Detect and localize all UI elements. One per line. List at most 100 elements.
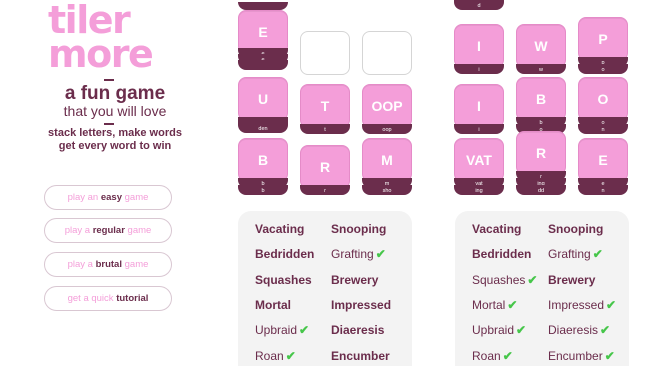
tile-layer: den bbox=[238, 117, 288, 133]
tile-letter: VAT bbox=[466, 152, 492, 168]
empty-slot[interactable] bbox=[300, 31, 350, 75]
word-entry: Impressed ✔ bbox=[548, 298, 616, 312]
tile-stack[interactable]: OOP oop bbox=[362, 84, 412, 134]
tile-stack[interactable]: VAT vat ing bbox=[454, 138, 504, 196]
layer-label: b bbox=[261, 188, 265, 194]
layer-label: n bbox=[601, 127, 605, 133]
instructions-line-1: stack letters, make words bbox=[48, 127, 182, 139]
checkmark-icon: ✔ bbox=[299, 323, 310, 338]
empty-slot[interactable] bbox=[362, 31, 412, 75]
word-text: Encumber bbox=[331, 348, 390, 363]
tile-stack[interactable]: M m sho bbox=[362, 138, 412, 196]
button-text: game bbox=[124, 259, 149, 270]
tile-stack[interactable]: E e n bbox=[578, 138, 628, 196]
checkmark-icon: ✔ bbox=[502, 348, 513, 363]
tile-stack[interactable]: E e e bbox=[238, 0, 288, 76]
tile-stack[interactable]: B b b bbox=[238, 138, 288, 196]
letter-tile[interactable]: B bbox=[516, 77, 566, 121]
layer-label: oop bbox=[382, 127, 392, 133]
letter-tile[interactable]: P bbox=[578, 17, 628, 61]
word-text: Roan bbox=[472, 348, 501, 363]
tile-layer: n bbox=[578, 185, 628, 195]
word-entry: Diaeresis ✔ bbox=[548, 323, 610, 337]
word-entry: Vacating bbox=[472, 222, 521, 236]
tile-letter: U bbox=[257, 91, 269, 107]
letter-tile[interactable]: O bbox=[578, 77, 628, 121]
word-entry: Encumber bbox=[331, 349, 390, 363]
layer-label: dd bbox=[537, 188, 545, 194]
tile-layer: oop bbox=[362, 124, 412, 134]
tile-layer: b bbox=[238, 185, 288, 195]
tutorial-button[interactable]: get a quick tutorial bbox=[44, 286, 172, 311]
play-regular-button[interactable]: play a regular game bbox=[44, 218, 172, 243]
tile-layer: r bbox=[300, 185, 350, 195]
layer-label: n bbox=[601, 188, 605, 194]
letter-tile[interactable]: T bbox=[300, 84, 350, 128]
game-board-2: d I i W w P p o I i B b o O o n VAT vat … bbox=[454, 0, 639, 200]
letter-tile[interactable]: R bbox=[300, 145, 350, 189]
tile-layer: ing bbox=[454, 185, 504, 195]
tagline-sub: that you will love bbox=[63, 103, 167, 119]
word-text: Squashes bbox=[255, 272, 312, 287]
word-text: Impressed bbox=[548, 297, 605, 312]
letter-tile[interactable]: I bbox=[454, 24, 504, 68]
word-entry: Roan ✔ bbox=[472, 349, 513, 363]
layer-label: d bbox=[477, 3, 481, 9]
button-text: play a bbox=[67, 259, 93, 270]
game-board-1: E e e U den T t OOP oop B b b R r M m sh… bbox=[238, 0, 423, 200]
tile-layer: sho bbox=[362, 185, 412, 195]
tile-stack[interactable]: R r bbox=[300, 145, 350, 195]
letter-tile[interactable]: W bbox=[516, 24, 566, 68]
letter-tile[interactable]: VAT bbox=[454, 138, 504, 182]
letter-tile[interactable]: OOP bbox=[362, 84, 412, 128]
tile-stack[interactable]: I i bbox=[454, 24, 504, 74]
tile-letter: OOP bbox=[371, 98, 403, 114]
tile-stack[interactable]: R r ing dd bbox=[516, 131, 566, 196]
tile-letter: T bbox=[320, 98, 330, 114]
tile-letter: I bbox=[477, 38, 481, 54]
word-entry: Vacating bbox=[255, 222, 304, 236]
play-brutal-button[interactable]: play a brutal game bbox=[44, 252, 172, 277]
tile-letter: O bbox=[597, 91, 609, 107]
letter-tile[interactable]: I bbox=[454, 84, 504, 128]
tile-stack[interactable]: W w bbox=[516, 24, 566, 74]
tile-layer: n bbox=[578, 124, 628, 134]
word-entry: Diaeresis bbox=[331, 323, 384, 337]
button-text: easy bbox=[100, 192, 122, 203]
tile-letter: B bbox=[257, 152, 269, 168]
tile-layer: i bbox=[454, 124, 504, 134]
play-easy-button[interactable]: play an easy game bbox=[44, 185, 172, 210]
word-entry: Brewery bbox=[331, 273, 378, 287]
word-text: Vacating bbox=[255, 222, 305, 236]
letter-tile[interactable]: M bbox=[362, 138, 412, 182]
word-entry: Bedridden bbox=[255, 247, 314, 261]
word-entry: Roan ✔ bbox=[255, 349, 296, 363]
tile-stack[interactable]: d bbox=[454, 0, 504, 14]
word-text: Roan bbox=[255, 348, 284, 363]
letter-tile[interactable]: B bbox=[238, 138, 288, 182]
tile-stack[interactable]: T t bbox=[300, 84, 350, 134]
tile-stack[interactable]: I i bbox=[454, 84, 504, 134]
word-list-2: Vacating Bedridden Squashes ✔ Mortal ✔ Upbraid… bbox=[455, 211, 629, 366]
word-text: Encumber bbox=[548, 348, 603, 363]
letter-tile[interactable]: R bbox=[516, 131, 566, 175]
letter-tile[interactable]: U bbox=[238, 77, 288, 121]
word-list-1: Vacating Bedridden Squashes Mortal Upbraid ✔ R… bbox=[238, 211, 412, 366]
button-text: regular bbox=[92, 225, 125, 236]
tile-letter: P bbox=[598, 31, 608, 47]
instructions-line-2: get every word to win bbox=[58, 140, 172, 152]
tile-layer: i bbox=[454, 64, 504, 74]
tile-stack[interactable]: U den bbox=[238, 77, 288, 133]
layer-label: w bbox=[539, 67, 543, 73]
word-text: Squashes bbox=[472, 272, 526, 287]
brand-panel: tiler more a fun game that you will love… bbox=[48, 1, 182, 153]
tile-stack[interactable]: O o n bbox=[578, 77, 628, 135]
layer-label: ing bbox=[475, 188, 483, 194]
tile-stack[interactable]: P p o bbox=[578, 17, 628, 75]
word-entry: Encumber ✔ bbox=[548, 349, 615, 363]
letter-tile[interactable]: E bbox=[578, 138, 628, 182]
tile-letter: R bbox=[319, 159, 331, 175]
layer-label: o bbox=[601, 67, 605, 73]
tile-stack[interactable]: B b o bbox=[516, 77, 566, 135]
button-text: play a bbox=[64, 225, 91, 236]
